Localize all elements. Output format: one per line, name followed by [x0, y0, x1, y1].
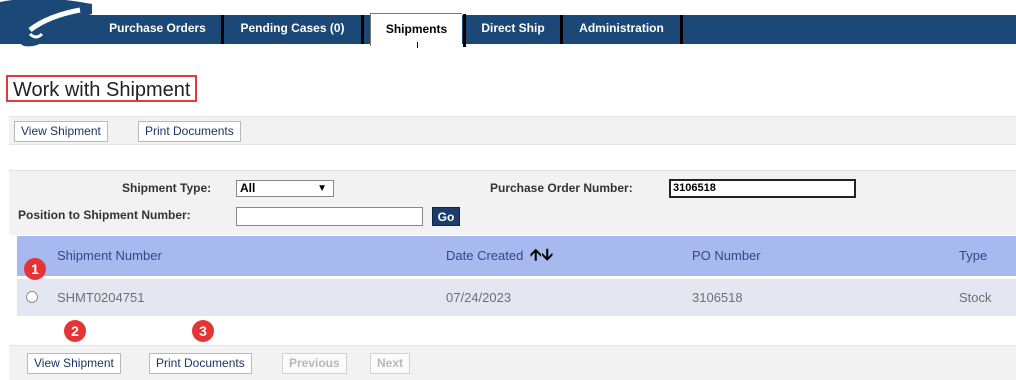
column-date-created-label: Date Created — [446, 248, 524, 263]
tab-shipments[interactable]: Shipments — [370, 13, 466, 48]
tab-pending-cases[interactable]: Pending Cases (0) — [224, 15, 364, 44]
table-header: Shipment Number Date Created 🡩🡫 PO Numbe… — [17, 236, 1016, 276]
tab-direct-ship[interactable]: Direct Ship — [466, 15, 563, 44]
top-toolbar: View Shipment Print Documents — [9, 116, 1016, 145]
po-number-input[interactable]: 3106518 — [669, 179, 856, 198]
filter-panel: Shipment Type: All ▼ Purchase Order Numb… — [9, 170, 1016, 235]
column-shipment-number[interactable]: Shipment Number — [57, 236, 162, 276]
view-shipment-button-bottom[interactable]: View Shipment — [27, 353, 121, 374]
bottom-toolbar: View Shipment Print Documents Previous N… — [9, 345, 1016, 380]
cell-type: Stock — [959, 290, 992, 305]
tab-purchase-orders[interactable]: Purchase Orders — [94, 15, 224, 44]
previous-button[interactable]: Previous — [282, 353, 347, 374]
cell-date-created: 07/24/2023 — [446, 290, 512, 305]
column-po-number[interactable]: PO Number — [692, 236, 761, 276]
position-shipment-label: Position to Shipment Number: — [18, 208, 191, 222]
column-date-created[interactable]: Date Created 🡩🡫 — [446, 236, 553, 276]
top-navigation: Purchase Orders Pending Cases (0) Shipme… — [0, 0, 1016, 48]
po-number-label: Purchase Order Number: — [490, 181, 633, 195]
annotation-badge-2: 2 — [64, 320, 86, 342]
view-shipment-button[interactable]: View Shipment — [14, 121, 108, 142]
row-select-radio[interactable] — [26, 291, 38, 303]
cell-po-number: 3106518 — [692, 290, 743, 305]
cell-shipment-number: SHMT0204751 — [57, 290, 145, 305]
annotation-badge-3: 3 — [192, 320, 214, 342]
company-logo — [0, 0, 92, 47]
shipment-type-select[interactable]: All ▼ — [236, 180, 334, 197]
shipment-type-value: All — [240, 181, 256, 195]
column-type[interactable]: Type — [959, 236, 987, 276]
sort-icon[interactable]: 🡩🡫 — [530, 247, 553, 264]
annotation-badge-1: 1 — [24, 258, 46, 280]
print-documents-button-bottom[interactable]: Print Documents — [149, 353, 252, 374]
page-title: Work with Shipment — [6, 75, 198, 102]
next-button[interactable]: Next — [370, 353, 411, 374]
table-row[interactable]: SHMT0204751 07/24/2023 3106518 Stock — [17, 279, 1016, 316]
print-documents-button[interactable]: Print Documents — [138, 121, 241, 142]
tab-administration[interactable]: Administration — [563, 15, 683, 44]
chevron-down-icon: ▼ — [317, 183, 327, 194]
position-shipment-input[interactable] — [236, 207, 423, 226]
shipment-type-label: Shipment Type: — [122, 181, 212, 195]
go-button[interactable]: Go — [432, 207, 460, 226]
